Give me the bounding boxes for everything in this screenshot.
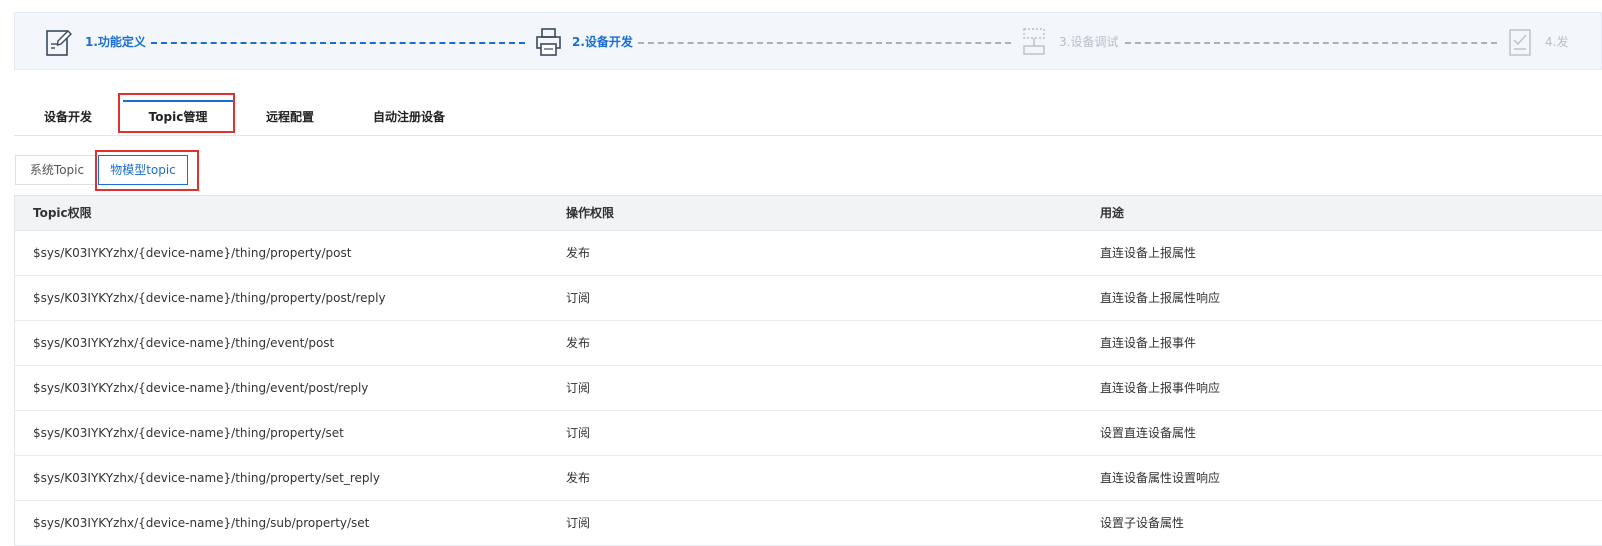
tab-auto-register-device[interactable]: 自动注册设备 — [364, 96, 454, 136]
cell-permission: 发布 — [566, 246, 591, 260]
table-row: $sys/K03IYKYzhx/{device-name}/thing/prop… — [15, 276, 1602, 321]
table-row: $sys/K03IYKYzhx/{device-name}/thing/prop… — [15, 231, 1602, 276]
cell-topic: $sys/K03IYKYzhx/{device-name}/thing/even… — [33, 336, 335, 350]
cell-topic: $sys/K03IYKYzhx/{device-name}/thing/prop… — [33, 246, 352, 260]
header-topic-permission: Topic权限 — [33, 206, 92, 220]
header-purpose: 用途 — [1100, 206, 1125, 220]
cell-purpose: 直连设备上报事件响应 — [1100, 381, 1221, 395]
cell-permission: 订阅 — [566, 381, 591, 395]
tab-device-development[interactable]: 设备开发 — [32, 96, 104, 136]
main-tab-bar: 设备开发 Topic管理 远程配置 自动注册设备 — [14, 96, 1602, 136]
cell-permission: 订阅 — [566, 516, 591, 530]
cell-purpose: 直连设备属性设置响应 — [1100, 471, 1221, 485]
cell-purpose: 设置子设备属性 — [1100, 516, 1185, 530]
header-operation-permission: 操作权限 — [566, 206, 615, 220]
cell-purpose: 直连设备上报事件 — [1100, 336, 1197, 350]
step-4-label[interactable]: 4.发 — [1545, 35, 1568, 49]
table-row: $sys/K03IYKYzhx/{device-name}/thing/prop… — [15, 456, 1602, 501]
cell-topic: $sys/K03IYKYzhx/{device-name}/thing/even… — [33, 381, 369, 395]
subtab-system-topic[interactable]: 系统Topic — [15, 155, 99, 185]
debug-monitor-icon — [1023, 28, 1045, 55]
cell-permission: 发布 — [566, 336, 591, 350]
cell-purpose: 直连设备上报属性 — [1100, 246, 1197, 260]
cell-topic: $sys/K03IYKYzhx/{device-name}/thing/prop… — [33, 471, 380, 485]
tab-remote-config[interactable]: 远程配置 — [252, 96, 328, 136]
topic-table: Topic权限 操作权限 用途 $sys/K03IYKYzhx/{device-… — [14, 195, 1602, 546]
cell-permission: 发布 — [566, 471, 591, 485]
step-2-label[interactable]: 2.设备开发 — [572, 35, 633, 49]
cell-purpose: 设置直连设备属性 — [1100, 426, 1197, 440]
cell-topic: $sys/K03IYKYzhx/{device-name}/thing/prop… — [33, 426, 344, 440]
printer-icon — [536, 28, 561, 56]
cell-topic: $sys/K03IYKYzhx/{device-name}/thing/prop… — [33, 291, 386, 305]
step-connector-1 — [151, 42, 525, 44]
edit-document-icon — [46, 30, 72, 56]
tab-topic-management[interactable]: Topic管理 — [121, 96, 235, 136]
progress-stepper: 1.功能定义 2.设备开发 3.设备调试 4.发 — [14, 12, 1602, 70]
step-connector-2 — [638, 42, 1011, 44]
step-connector-3 — [1125, 42, 1497, 44]
subtab-thing-model-topic[interactable]: 物模型topic — [98, 155, 188, 185]
cell-topic: $sys/K03IYKYzhx/{device-name}/thing/sub/… — [33, 516, 370, 530]
table-header: Topic权限 操作权限 用途 — [15, 195, 1602, 231]
step-3-label[interactable]: 3.设备调试 — [1059, 35, 1118, 49]
checklist-icon — [1509, 29, 1531, 56]
table-row: $sys/K03IYKYzhx/{device-name}/thing/sub/… — [15, 501, 1602, 546]
cell-permission: 订阅 — [566, 291, 591, 305]
table-row: $sys/K03IYKYzhx/{device-name}/thing/even… — [15, 366, 1602, 411]
step-1-label[interactable]: 1.功能定义 — [85, 35, 146, 49]
table-row: $sys/K03IYKYzhx/{device-name}/thing/even… — [15, 321, 1602, 366]
cell-purpose: 直连设备上报属性响应 — [1100, 291, 1221, 305]
table-row: $sys/K03IYKYzhx/{device-name}/thing/prop… — [15, 411, 1602, 456]
cell-permission: 订阅 — [566, 426, 591, 440]
